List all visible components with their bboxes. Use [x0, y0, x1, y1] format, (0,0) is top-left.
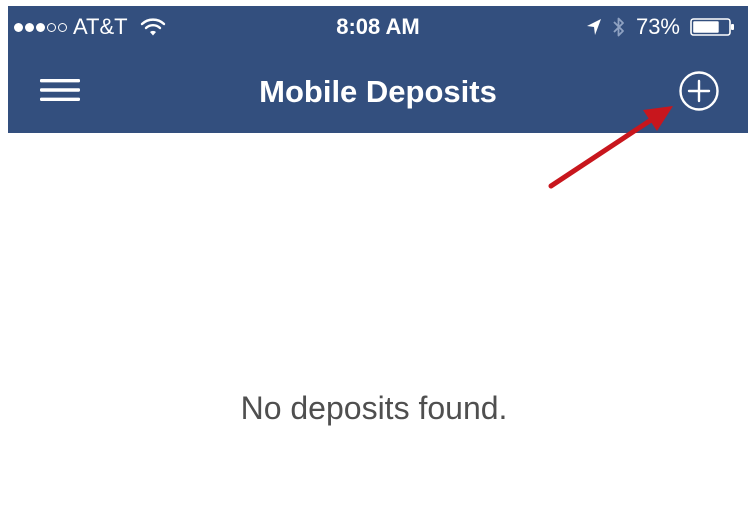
- location-arrow-icon: [586, 19, 601, 35]
- empty-state-message: No deposits found.: [240, 390, 508, 426]
- battery-percent: 73%: [635, 14, 680, 39]
- status-right-group: 73%: [586, 14, 736, 40]
- page-title: Mobile Deposits: [259, 74, 497, 109]
- mobile-deposits-screen: AT&T 8:08 AM 73% Mobile Deposits No depo…: [0, 0, 748, 505]
- bluetooth-icon: [613, 17, 624, 37]
- app-header: AT&T 8:08 AM 73% Mobile Deposits: [8, 6, 748, 133]
- status-bar: AT&T 8:08 AM 73%: [8, 6, 748, 46]
- plus-circle-icon[interactable]: [678, 70, 720, 112]
- battery-icon: [690, 18, 734, 36]
- navigation-bar: Mobile Deposits: [8, 46, 748, 133]
